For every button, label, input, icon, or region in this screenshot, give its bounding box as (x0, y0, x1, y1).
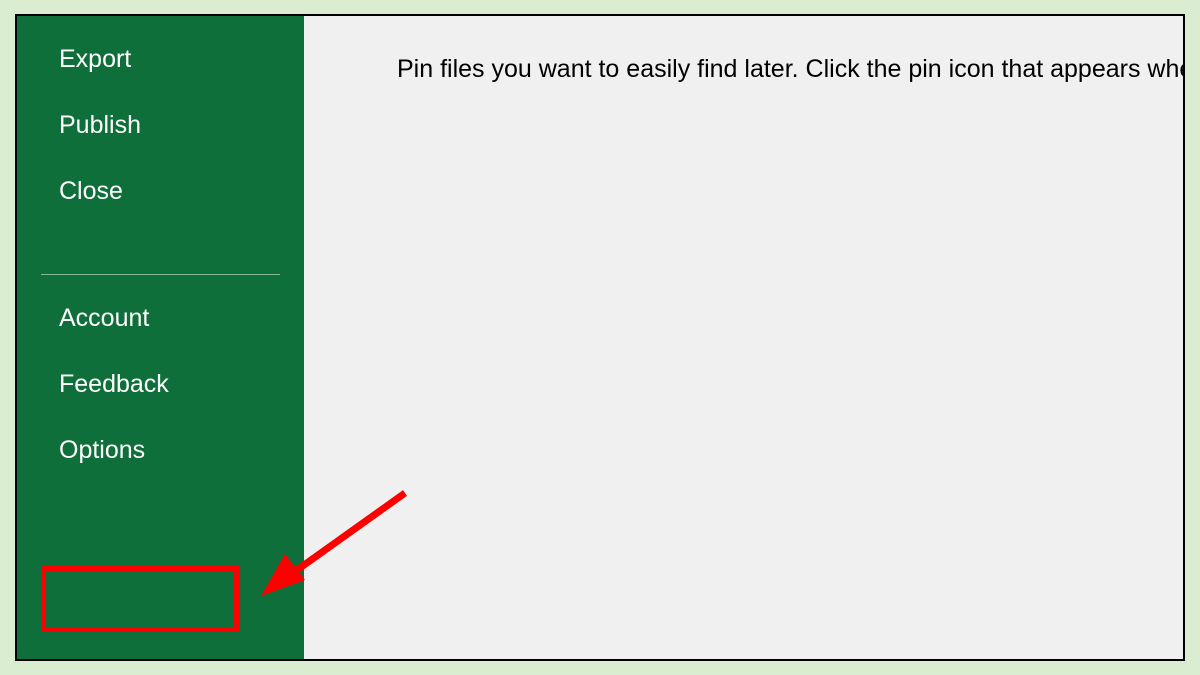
backstage-sidebar: Export Publish Close Account Feedback Op… (17, 16, 304, 659)
menu-item-account[interactable]: Account (17, 285, 304, 351)
sidebar-spacer (17, 16, 304, 26)
sidebar-divider (41, 274, 280, 275)
pin-hint-text: Pin files you want to easily find later.… (397, 55, 1185, 84)
backstage-window: Export Publish Close Account Feedback Op… (15, 14, 1185, 661)
menu-item-publish[interactable]: Publish (17, 92, 304, 158)
sidebar-gap (17, 224, 304, 274)
main-panel: Pin files you want to easily find later.… (304, 16, 1183, 659)
menu-item-options[interactable]: Options (17, 417, 304, 483)
menu-item-close[interactable]: Close (17, 158, 304, 224)
menu-item-feedback[interactable]: Feedback (17, 351, 304, 417)
menu-item-export[interactable]: Export (17, 26, 304, 92)
